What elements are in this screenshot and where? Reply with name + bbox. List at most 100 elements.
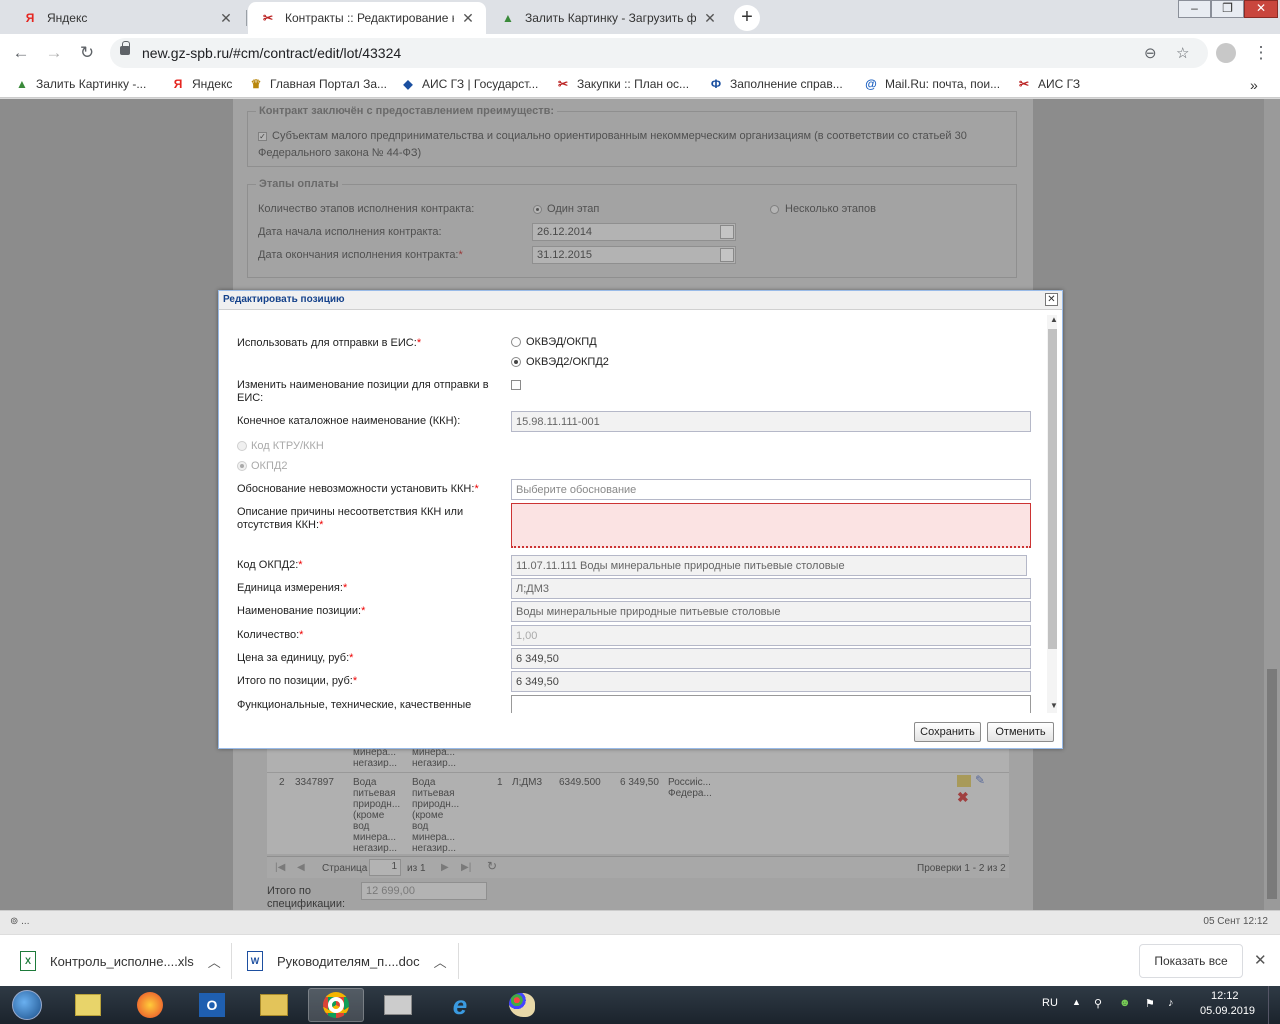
okpd2-code-field[interactable]: 11.07.11.111 Воды минеральные природные … — [511, 555, 1027, 576]
download-item[interactable]: X Контроль_исполне....xls ︿ — [20, 935, 221, 987]
url-text[interactable]: new.gz-spb.ru/#cm/contract/edit/lot/4332… — [142, 45, 401, 61]
restore-button[interactable]: ❐ — [1211, 0, 1244, 18]
close-icon[interactable]: ✕ — [1045, 293, 1058, 306]
taskbar-outlook[interactable]: O — [184, 988, 240, 1022]
reload-icon[interactable]: ↻ — [76, 42, 98, 64]
download-item[interactable]: W Руководителям_п....doc ︿ — [247, 935, 447, 987]
kkn-field[interactable]: 15.98.11.111-001 — [511, 411, 1031, 432]
cancel-button[interactable]: Отменить — [987, 722, 1054, 742]
status-left: ⊚ ... — [10, 916, 30, 927]
edit-icon[interactable]: ✎ — [975, 773, 985, 787]
taskbar-fax[interactable] — [370, 988, 426, 1022]
last-page-icon[interactable]: ▶| — [461, 862, 471, 873]
bookmark-item[interactable]: ▲ Залить Картинку -... — [14, 77, 146, 91]
quantity-field[interactable]: 1,00 — [511, 625, 1031, 646]
calendar-icon[interactable] — [720, 225, 734, 239]
show-desktop-button[interactable] — [1268, 986, 1280, 1024]
taskbar-paint[interactable] — [494, 988, 550, 1022]
bookmark-item[interactable]: @ Mail.Ru: почта, пои... — [863, 77, 1000, 91]
tab-yandex[interactable]: Я Яндекс ✕ — [10, 2, 244, 34]
volume-icon[interactable]: ♪ — [1168, 997, 1174, 1009]
chevron-up-icon[interactable]: ︿ — [208, 952, 221, 971]
antivirus-icon[interactable]: ☻ — [1119, 997, 1131, 1009]
okved2-okpd2-radio[interactable] — [511, 357, 521, 367]
close-tab-icon[interactable]: ✕ — [702, 10, 718, 27]
end-date-field[interactable]: 31.12.2015 — [532, 246, 736, 264]
one-stage-radio[interactable] — [533, 205, 542, 214]
description-textarea[interactable] — [511, 503, 1031, 548]
clock-date[interactable]: 05.09.2019 — [1200, 1005, 1255, 1017]
scroll-down-icon[interactable]: ▼ — [1047, 701, 1057, 713]
calendar-icon[interactable] — [720, 248, 734, 262]
dialog-scrollbar[interactable]: ▲ ▼ — [1047, 315, 1057, 713]
many-stages-label: Несколько этапов — [785, 203, 876, 215]
page-count-label: из 1 — [407, 863, 426, 874]
bookmark-item[interactable]: Я Яндекс — [170, 77, 233, 91]
tab-upload-image[interactable]: ▲ Залить Картинку - Загрузить фо ✕ — [488, 2, 728, 34]
zoom-icon[interactable]: ⊖ — [1144, 44, 1157, 62]
close-tab-icon[interactable]: ✕ — [460, 10, 476, 27]
back-icon[interactable]: ← — [10, 42, 32, 64]
page-scrollbar[interactable] — [1264, 99, 1280, 910]
profile-avatar[interactable] — [1216, 43, 1236, 63]
close-downloads-icon[interactable]: ✕ — [1254, 951, 1267, 969]
reason-select[interactable]: Выберите обоснование — [511, 479, 1031, 500]
unit-field[interactable]: Л;ДМ3 — [511, 578, 1031, 599]
start-button[interactable] — [2, 988, 52, 1022]
prev-page-icon[interactable]: ◀ — [297, 862, 305, 873]
show-all-downloads-button[interactable]: Показать все — [1139, 944, 1243, 978]
refresh-icon[interactable]: ↻ — [487, 860, 497, 872]
save-button[interactable]: Сохранить — [914, 722, 981, 742]
bookmark-item[interactable]: ✂ АИС ГЗ — [1016, 77, 1080, 91]
unit-price-field[interactable]: 6 349,50 — [511, 648, 1031, 669]
taskbar-chrome[interactable] — [308, 988, 364, 1022]
language-indicator[interactable]: RU — [1042, 997, 1058, 1009]
tab-contracts[interactable]: ✂ Контракты :: Редактирование ко ✕ — [248, 2, 486, 34]
end-date-label: Дата окончания исполнения контракта:* — [258, 249, 463, 261]
many-stages-radio[interactable] — [770, 205, 779, 214]
okved-okpd-radio[interactable] — [511, 337, 521, 347]
scroll-up-icon[interactable]: ▲ — [1047, 315, 1057, 327]
taskbar-firefox[interactable] — [122, 988, 178, 1022]
close-tab-icon[interactable]: ✕ — [218, 10, 234, 27]
functional-textarea[interactable] — [511, 695, 1031, 713]
delete-icon[interactable]: ✖ — [957, 789, 969, 806]
forward-icon[interactable]: → — [43, 42, 65, 64]
close-window-button[interactable]: ✕ — [1244, 0, 1278, 18]
network-icon[interactable]: ⚲ — [1094, 997, 1102, 1010]
bookmark-item[interactable]: ◆ АИС ГЗ | Государст... — [400, 77, 538, 91]
page-number-input[interactable]: 1 — [369, 859, 401, 876]
taskbar-explorer-notes[interactable] — [60, 988, 116, 1022]
taskbar-file-explorer[interactable] — [246, 988, 302, 1022]
okpd2-radio[interactable] — [237, 461, 247, 471]
okpd2-option-label: ОКПД2 — [251, 460, 288, 472]
minimize-button[interactable]: – — [1178, 0, 1211, 18]
bookmark-item[interactable]: ✂ Закупки :: План ос... — [555, 77, 689, 91]
preference-checkbox[interactable]: ✓ — [258, 132, 267, 141]
position-total-field[interactable]: 6 349,50 — [511, 671, 1031, 692]
bookmark-item[interactable]: Ф Заполнение справ... — [708, 77, 843, 91]
chevron-up-icon[interactable]: ︿ — [434, 952, 447, 971]
show-hidden-icons-icon[interactable]: ▲ — [1072, 997, 1081, 1007]
taskbar-ie[interactable]: e — [432, 988, 488, 1022]
ktru-radio[interactable] — [237, 441, 247, 451]
rename-checkbox[interactable] — [511, 380, 521, 390]
menu-icon[interactable]: ⋮ — [1250, 42, 1272, 64]
position-name-field[interactable]: Воды минеральные природные питьевые стол… — [511, 601, 1031, 622]
first-page-icon[interactable]: |◀ — [275, 862, 285, 873]
document-icon[interactable] — [957, 775, 971, 787]
address-bar[interactable]: new.gz-spb.ru/#cm/contract/edit/lot/4332… — [110, 38, 1208, 68]
required-mark: * — [299, 629, 304, 641]
new-tab-button[interactable]: + — [734, 5, 760, 31]
bookmark-star-icon[interactable]: ☆ — [1176, 44, 1189, 62]
bookmarks-overflow-icon[interactable]: » — [1250, 77, 1258, 93]
grid-cell: минера... негазир... — [353, 747, 398, 769]
bookmark-item[interactable]: ♛ Главная Портал За... — [248, 77, 387, 91]
start-date-field[interactable]: 26.12.2014 — [532, 223, 736, 241]
windows-logo-icon — [12, 990, 42, 1020]
next-page-icon[interactable]: ▶ — [441, 862, 449, 873]
clock-time[interactable]: 12:12 — [1211, 990, 1239, 1002]
action-center-icon[interactable]: ⚑ — [1145, 997, 1155, 1010]
dialog-scrollbar-thumb[interactable] — [1048, 329, 1057, 649]
page-scrollbar-thumb[interactable] — [1267, 669, 1277, 899]
